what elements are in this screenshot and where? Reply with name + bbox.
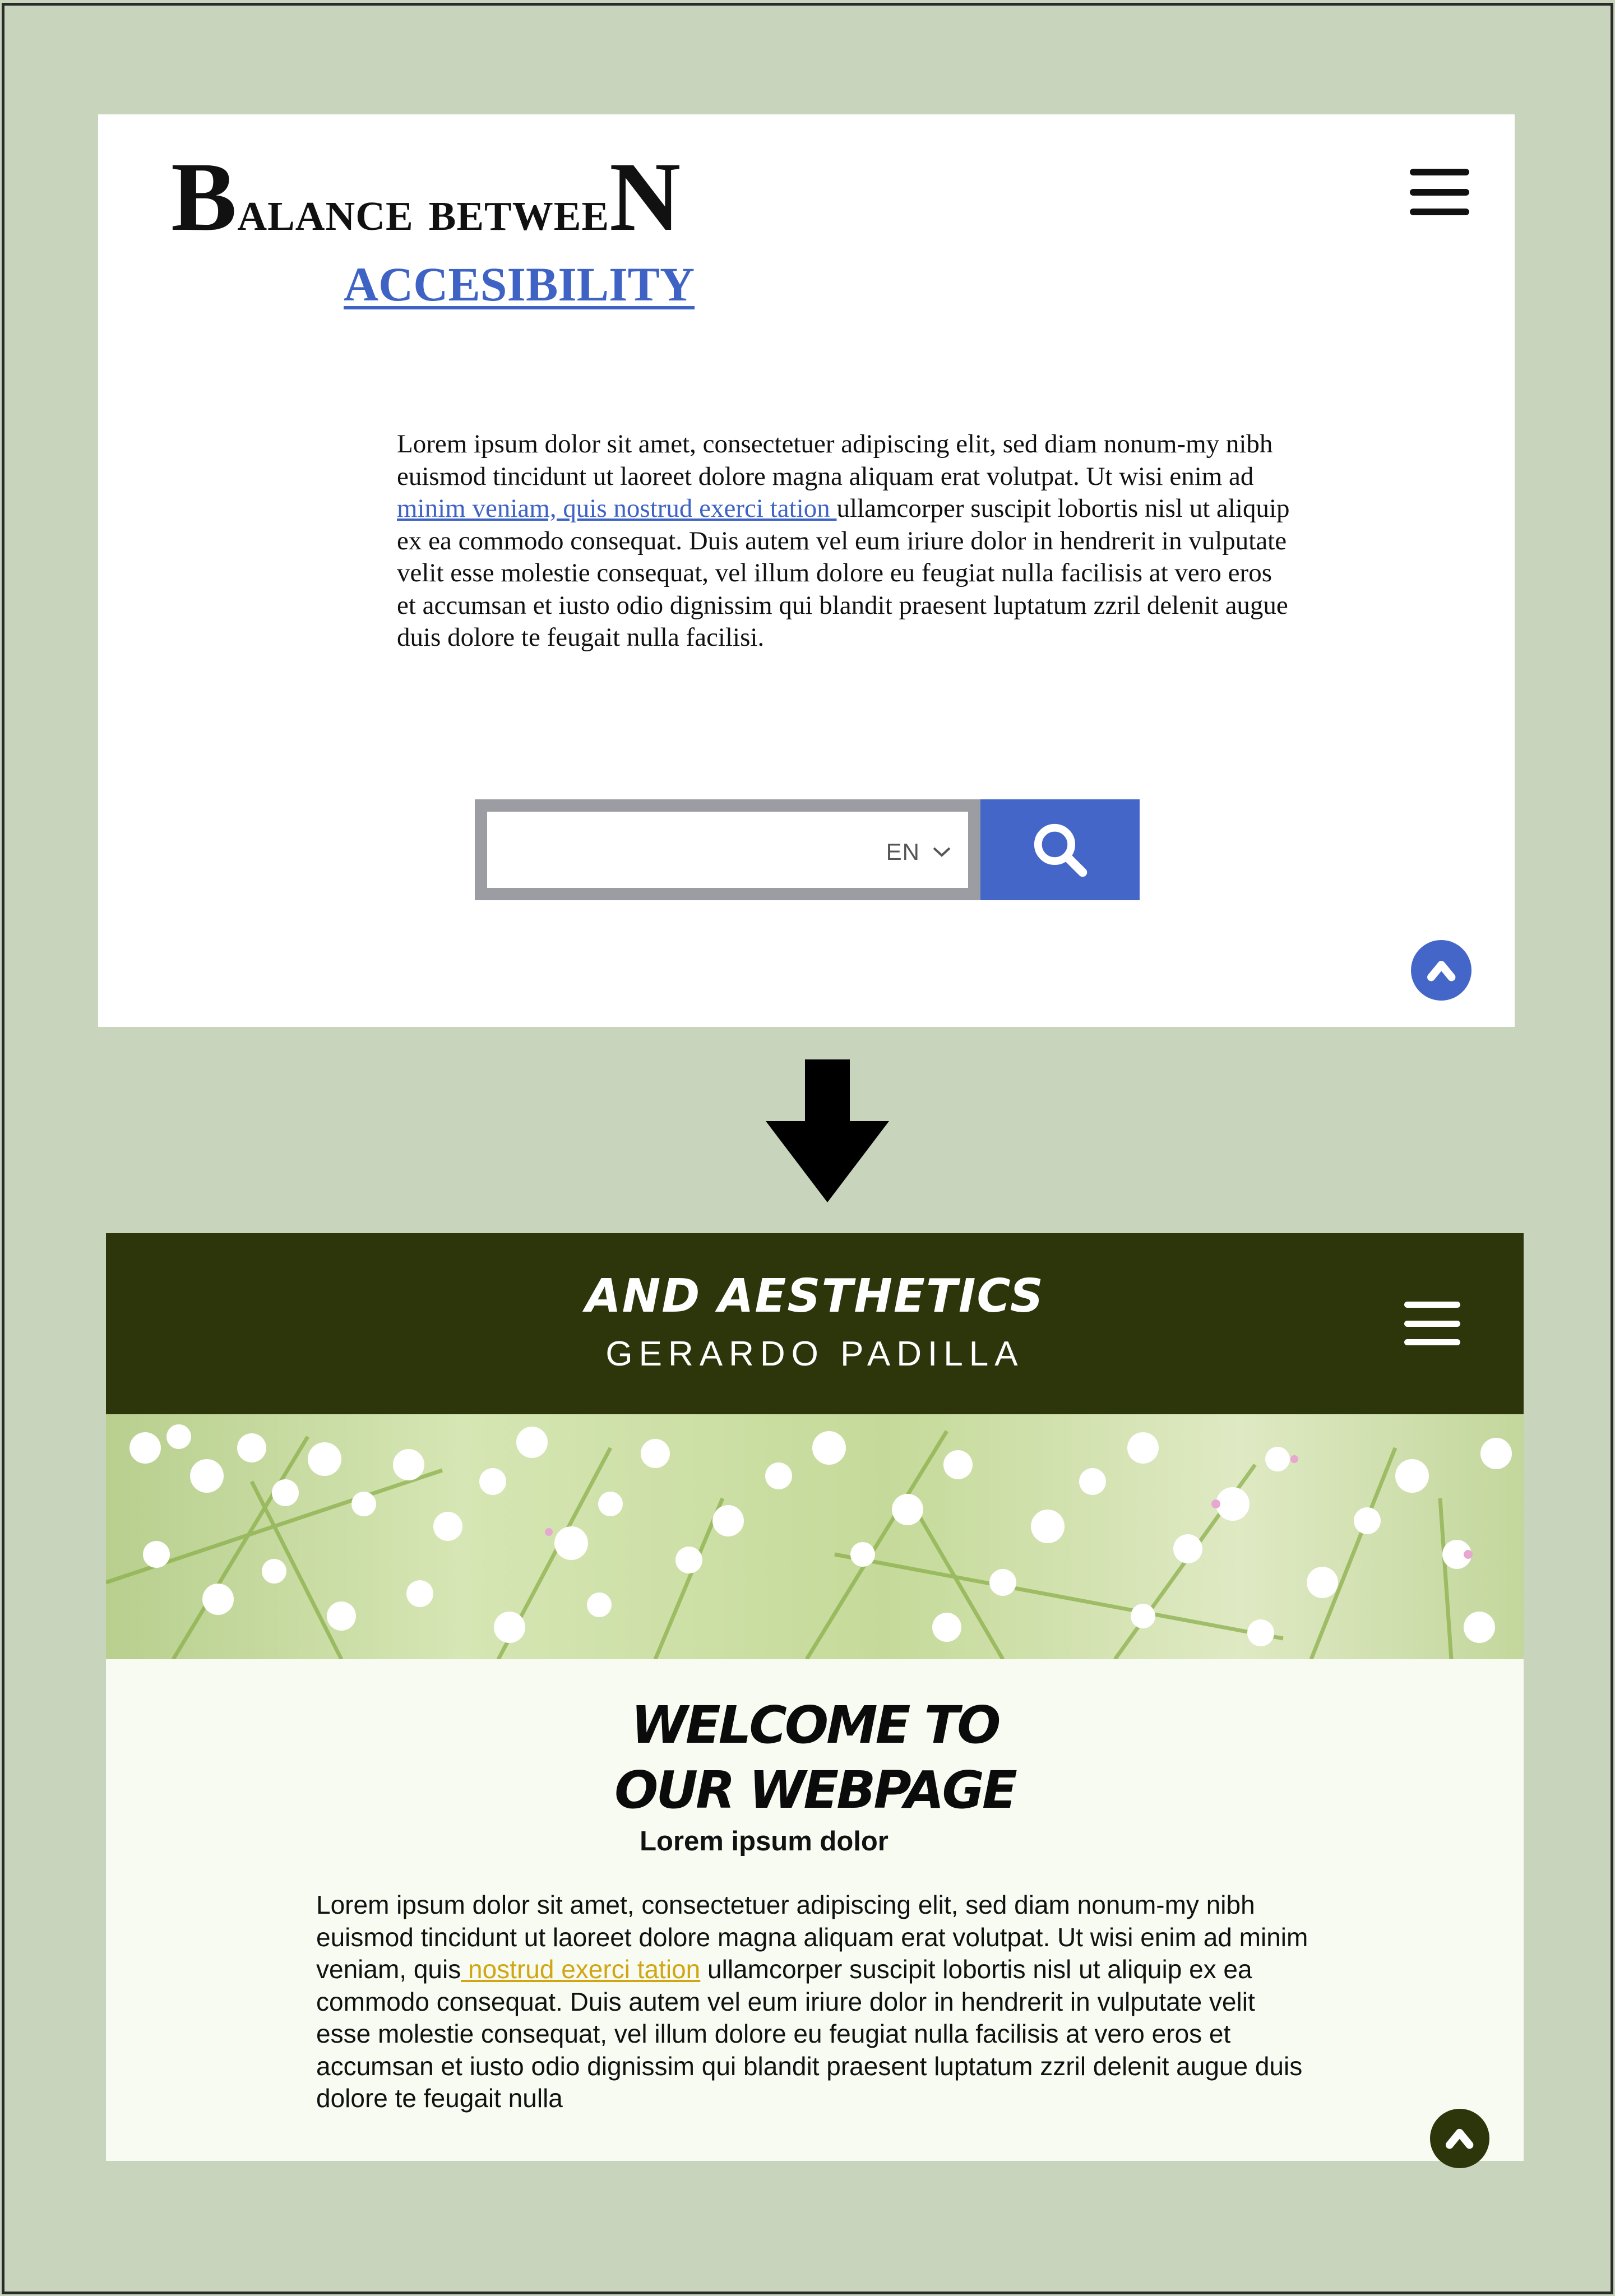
aesthetics-panel: AND AESTHETICS GERARDO PADILLA WELCOME T… bbox=[106, 1233, 1524, 2168]
back-to-top-button[interactable] bbox=[1411, 940, 1471, 1001]
welcome-heading: WELCOME TO OUR WEBPAGE bbox=[106, 1693, 1524, 1823]
hamburger-icon[interactable] bbox=[1410, 169, 1469, 215]
accessibility-subtitle-link[interactable]: ACCESIBILITY bbox=[344, 256, 695, 313]
welcome-line-2: OUR WEBPAGE bbox=[614, 1760, 1017, 1820]
body-text-start: Lorem ipsum dolor sit amet, consectetuer… bbox=[397, 429, 1273, 491]
body-link[interactable]: minim veniam, quis nostrud exerci tation bbox=[397, 494, 837, 523]
language-select[interactable]: EN bbox=[886, 839, 951, 865]
search-field: EN bbox=[475, 799, 980, 900]
body-text: Lorem ipsum dolor sit amet, consectetuer… bbox=[316, 1889, 1314, 2115]
accessibility-panel: Balance betweeN ACCESIBILITY Lorem ipsum… bbox=[98, 114, 1515, 1027]
search-icon bbox=[1034, 823, 1088, 877]
search-button[interactable] bbox=[980, 799, 1140, 900]
hero-image bbox=[106, 1414, 1524, 1659]
chevron-down-icon bbox=[933, 847, 951, 857]
hamburger-icon[interactable] bbox=[1404, 1302, 1460, 1345]
flowers-illustration bbox=[106, 1424, 1512, 1659]
title-last-letter: N bbox=[609, 142, 682, 252]
chevron-up-icon bbox=[1446, 2129, 1474, 2149]
page-title: Balance betweeN bbox=[171, 148, 681, 247]
title-first-letter: B bbox=[171, 142, 238, 252]
chevron-up-icon bbox=[1427, 960, 1456, 982]
header-author: GERARDO PADILLA bbox=[605, 1335, 1024, 1373]
site-header: AND AESTHETICS GERARDO PADILLA bbox=[106, 1233, 1524, 1414]
back-to-top-button[interactable] bbox=[1430, 2109, 1489, 2168]
welcome-line-1: WELCOME TO bbox=[631, 1695, 1001, 1755]
subheading: Lorem ipsum dolor bbox=[640, 1826, 889, 1857]
search-input[interactable] bbox=[498, 820, 848, 881]
title-middle: alance betwee bbox=[237, 178, 610, 243]
body-text: Lorem ipsum dolor sit amet, consectetuer… bbox=[397, 428, 1294, 654]
header-title: AND AESTHETICS bbox=[585, 1270, 1044, 1323]
down-arrow-icon bbox=[766, 1059, 889, 1202]
language-label: EN bbox=[886, 839, 920, 865]
search-bar: EN bbox=[475, 799, 1140, 900]
body-link[interactable]: nostrud exerci tation bbox=[461, 1955, 700, 1984]
